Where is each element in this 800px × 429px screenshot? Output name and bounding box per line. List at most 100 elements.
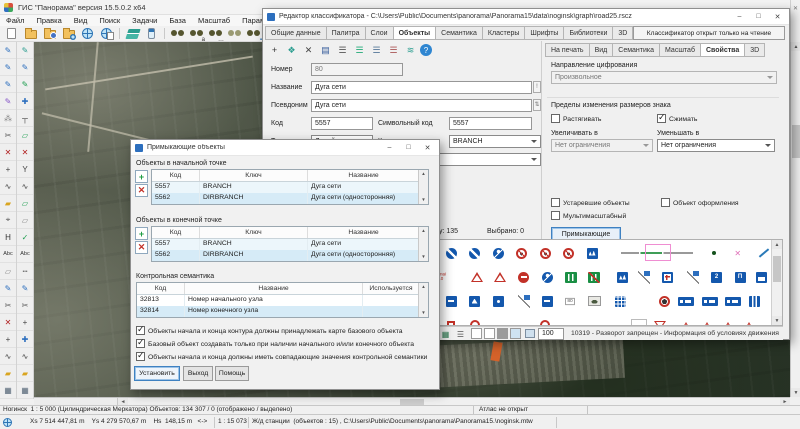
grid-tool[interactable]: ▦	[17, 382, 33, 399]
editor-title-bar[interactable]: Редактор классификатора - C:\Users\Publi…	[263, 9, 789, 25]
delete-tool[interactable]: ✕	[0, 314, 16, 331]
menu-item-Задачи[interactable]: Задачи	[126, 16, 163, 25]
palette-item-sq-mountain[interactable]	[614, 269, 632, 285]
scissors-tool[interactable]: ✂	[0, 127, 16, 144]
rule-checkbox-0[interactable]	[136, 326, 145, 335]
spline-tool[interactable]: ∿	[0, 348, 16, 365]
close-icon[interactable]: ✕	[418, 141, 437, 154]
palette-zoom-input[interactable]: 100	[538, 328, 564, 340]
palette-item-red-arc[interactable]	[466, 317, 484, 325]
globe-doc-icon[interactable]	[98, 27, 115, 41]
binoculars-a-icon[interactable]: a	[188, 27, 205, 41]
menu-item-Поиск[interactable]: Поиск	[93, 16, 126, 25]
binoculars-save-icon[interactable]: ▪	[245, 27, 262, 41]
palette-item-ring-nouturn[interactable]	[560, 245, 578, 261]
delete-icon[interactable]: ✕	[301, 43, 316, 57]
globe-icon[interactable]	[79, 27, 96, 41]
scroll-down-icon[interactable]: ▼	[791, 388, 800, 397]
scroll-up-icon[interactable]: ▲	[772, 240, 782, 249]
spray-tool[interactable]: ⁂	[0, 110, 16, 127]
scroll-up-icon[interactable]: ▲	[419, 170, 428, 178]
dialog-button-Установить[interactable]: Установить	[134, 366, 180, 381]
open-folder-globe-icon[interactable]	[60, 27, 77, 41]
alias-field[interactable]: Дуга сети	[311, 99, 532, 112]
move-tool[interactable]: ✚	[17, 331, 33, 348]
map-vertical-scrollbar[interactable]: ▲ ▼	[790, 42, 800, 397]
palette-item-tri-small[interactable]	[719, 317, 737, 325]
prop-tab-3D[interactable]: 3D	[745, 43, 765, 57]
spline-tool[interactable]: ∿	[17, 178, 33, 195]
prop-tab-Масштаб[interactable]: Масштаб	[660, 43, 701, 57]
binoculars-frame-icon[interactable]	[226, 27, 243, 41]
list-view-icon[interactable]: ☰	[454, 328, 467, 340]
binoculars-dots-icon[interactable]: …	[207, 27, 224, 41]
stretch-checkbox[interactable]	[551, 114, 560, 123]
list-icon[interactable]: ☰	[335, 43, 350, 57]
check-tool[interactable]: ✓	[17, 229, 33, 246]
scroll-up-icon[interactable]: ▲	[419, 227, 428, 235]
palette-item-disc-arc[interactable]	[489, 245, 507, 261]
column-header-Код[interactable]: Код	[152, 170, 200, 181]
obsolete-checkbox[interactable]	[551, 198, 560, 207]
check-pencil-tool[interactable]: ✎	[17, 76, 33, 93]
tab-Палитра[interactable]: Палитра	[327, 26, 366, 40]
open-db-icon[interactable]	[41, 27, 58, 41]
palette-item-ring-noturn[interactable]	[536, 245, 554, 261]
palette-item-tri-small[interactable]	[698, 317, 716, 325]
increase-combo[interactable]: Нет ограничения	[551, 139, 653, 152]
remove-start-object-button[interactable]: ✕	[135, 184, 148, 197]
minimize-icon[interactable]: –	[380, 141, 399, 154]
maximize-icon[interactable]: □	[399, 141, 418, 154]
palette-item-rect-wide[interactable]	[724, 293, 742, 309]
dialog-title-bar[interactable]: Примыкающие объекты –□✕	[131, 140, 439, 156]
palette-item-flag-sign[interactable]	[635, 269, 653, 285]
prop-tab-Свойства[interactable]: Свойства	[701, 43, 745, 57]
junction-tool[interactable]: ┬	[17, 110, 33, 127]
palette-item-sq-grid[interactable]	[611, 293, 629, 309]
scissors-tool[interactable]: ✂	[17, 297, 33, 314]
palette-item-sq-num[interactable]: 2	[708, 269, 726, 285]
menu-item-Масштаб[interactable]: Масштаб	[192, 16, 236, 25]
tab-Объекты[interactable]: Объекты	[394, 26, 437, 40]
pencil-tool[interactable]: ✎	[0, 76, 16, 93]
design-checkbox[interactable]	[661, 198, 670, 207]
table-scrollbar[interactable]: ▲▼	[418, 283, 428, 317]
list-remove-icon[interactable]: ☰	[386, 43, 401, 57]
menu-item-Файл[interactable]: Файл	[0, 16, 30, 25]
code-field[interactable]: 5557	[311, 117, 373, 130]
layers-icon[interactable]: ≋	[403, 43, 418, 57]
save-icon[interactable]: ▤	[318, 43, 333, 57]
polygon-tool[interactable]: ▱	[17, 127, 33, 144]
symbol-code-field[interactable]: 5557	[449, 117, 532, 130]
rule-checkbox-1[interactable]	[136, 339, 145, 348]
compress-checkbox[interactable]	[657, 114, 666, 123]
palette-item-photo-sign[interactable]	[585, 293, 603, 309]
palette-item-green-dot[interactable]	[705, 245, 723, 261]
maximize-icon[interactable]: □	[749, 10, 768, 23]
menu-item-Правка[interactable]: Правка	[30, 16, 67, 25]
palette-item-pink-x[interactable]: ✕	[729, 245, 747, 261]
palette-item-no-entry[interactable]	[515, 269, 533, 285]
palette-item-tri-small[interactable]	[677, 317, 695, 325]
column-header-Название[interactable]: Название	[308, 227, 420, 238]
menu-item-База[interactable]: База	[163, 16, 192, 25]
tab-Шрифты[interactable]: Шрифты	[525, 26, 564, 40]
table-scrollbar[interactable]: ▲▼	[418, 170, 428, 204]
column-header-Используется[interactable]: Используется	[363, 283, 420, 294]
palette-item-ring-noturn[interactable]	[513, 245, 531, 261]
tab-3D[interactable]: 3D	[613, 26, 633, 40]
palette-item-sq-pi[interactable]: П	[731, 269, 749, 285]
scroll-down-icon[interactable]: ▼	[419, 196, 428, 204]
palette-item-sq-minus[interactable]	[538, 293, 556, 309]
palette-item-rect-wide[interactable]	[701, 293, 719, 309]
table-row[interactable]: 5557BRANCHДуга сети	[152, 182, 428, 193]
pencil-tool[interactable]: ✎	[17, 59, 33, 76]
add-node-tool[interactable]: +	[0, 331, 16, 348]
palette-item-ring-truck[interactable]	[656, 293, 674, 309]
add-end-object-button[interactable]: +	[135, 227, 148, 240]
probe-tool[interactable]: ⌖	[0, 212, 16, 229]
dash-tool[interactable]: ┅	[17, 263, 33, 280]
palette-item-red-square[interactable]	[442, 317, 460, 325]
marker-tool[interactable]: ▰	[17, 365, 33, 382]
prop-tab-Семантика[interactable]: Семантика	[613, 43, 660, 57]
